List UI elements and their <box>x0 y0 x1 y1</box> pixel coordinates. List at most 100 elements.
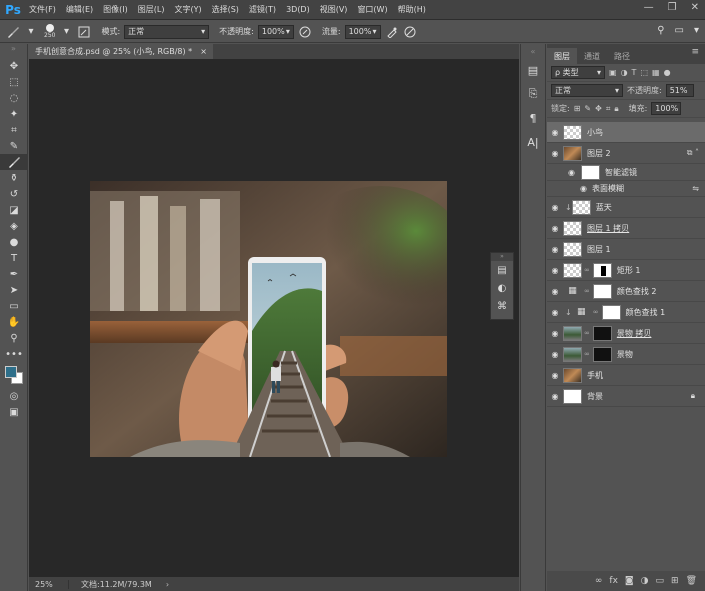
brush-preset-picker[interactable]: 250 <box>44 24 55 39</box>
filter-pixel-icon[interactable]: ▣ <box>609 68 617 77</box>
path-select-tool-icon[interactable]: ➤ <box>0 282 28 298</box>
eyedropper-tool-icon[interactable]: ✎ <box>0 138 28 154</box>
color-wheel-icon[interactable]: ◐ <box>491 279 513 297</box>
smart-filter-row[interactable]: ◉ 智能滤镜 <box>547 164 705 181</box>
crop-tool-icon[interactable]: ⌗ <box>0 122 28 138</box>
chevron-down-icon[interactable]: ▾ <box>59 25 73 39</box>
history-panel-icon[interactable]: ▤ <box>521 58 545 82</box>
layer-row[interactable]: ◉ ∞ 景物 <box>547 344 705 365</box>
layer-opacity-field[interactable]: 51% <box>665 84 694 97</box>
eye-icon[interactable]: ◉ <box>547 149 563 158</box>
pen-tool-icon[interactable]: ✒ <box>0 266 28 282</box>
filter-shape-icon[interactable]: ⬚ <box>640 68 648 77</box>
document-tab[interactable]: 手机创意合成.psd @ 25% (小鸟, RGB/8) * × <box>29 44 213 59</box>
eye-icon[interactable]: ◉ <box>547 224 563 233</box>
layer-row[interactable]: ◉ ∞ 景物 拷贝 <box>547 323 705 344</box>
shape-tool-icon[interactable]: ▭ <box>0 298 28 314</box>
pressure-opacity-icon[interactable] <box>298 25 312 39</box>
blend-mode-select[interactable]: 正常 ▾ <box>551 84 623 97</box>
eye-icon[interactable]: ◉ <box>547 168 575 177</box>
eye-icon[interactable]: ◉ <box>547 203 563 212</box>
lock-transparent-icon[interactable]: ⊞ <box>574 104 581 113</box>
quick-mask-icon[interactable]: ◎ <box>0 388 28 404</box>
filter-type-icon[interactable]: T <box>632 68 637 77</box>
workspace-icon[interactable]: ▭ <box>675 25 684 36</box>
brush-tool-icon[interactable] <box>0 154 28 170</box>
menu-type[interactable]: 文字(Y) <box>169 4 206 15</box>
lock-move-icon[interactable]: ✥ <box>595 104 602 113</box>
filter-options-icon[interactable]: ⇋ <box>692 184 699 193</box>
menu-help[interactable]: 帮助(H) <box>393 4 431 15</box>
tab-paths[interactable]: 路径 <box>607 48 637 64</box>
styles-icon[interactable]: ⌘ <box>491 297 513 315</box>
eye-icon[interactable]: ◉ <box>547 266 563 275</box>
delete-layer-icon[interactable]: 🗑︎ <box>686 576 697 586</box>
fx-icon[interactable]: fx <box>609 576 618 586</box>
eraser-tool-icon[interactable]: ◪ <box>0 202 28 218</box>
toolbar-grip[interactable]: » <box>0 44 27 58</box>
close-button[interactable]: ✕ <box>691 2 699 13</box>
move-tool-icon[interactable]: ✥ <box>0 58 28 74</box>
pressure-size-icon[interactable] <box>403 25 417 39</box>
layer-mask[interactable] <box>592 346 612 362</box>
menu-layer[interactable]: 图层(L) <box>133 4 170 15</box>
adjustments-icon[interactable]: ▤ <box>491 261 513 279</box>
flow-field[interactable]: 100% ▾ <box>344 24 381 39</box>
lock-paint-icon[interactable]: ✎ <box>584 104 591 113</box>
dodge-tool-icon[interactable]: ● <box>0 234 28 250</box>
gradient-tool-icon[interactable]: ◈ <box>0 218 28 234</box>
menu-view[interactable]: 视图(V) <box>315 4 353 15</box>
layer-mask[interactable] <box>601 304 621 320</box>
screen-mode-icon[interactable]: ▣ <box>0 404 28 420</box>
new-group-icon[interactable]: ▭ <box>656 576 665 586</box>
actions-panel-icon[interactable]: ⎘ <box>521 82 545 106</box>
layer-row[interactable]: ◉ 图层 1 <box>547 239 705 260</box>
new-adjustment-icon[interactable]: ◑ <box>641 576 649 586</box>
chevron-down-icon[interactable]: ▾ <box>694 25 699 36</box>
link-icon[interactable]: ∞ <box>584 350 590 358</box>
eye-icon[interactable]: ◉ <box>547 350 563 359</box>
close-icon[interactable]: × <box>200 47 207 56</box>
layer-mask[interactable] <box>592 262 612 278</box>
eye-icon[interactable]: ◉ <box>547 392 563 401</box>
menu-window[interactable]: 窗口(W) <box>352 4 392 15</box>
eye-icon[interactable]: ◉ <box>547 245 563 254</box>
chevron-right-icon[interactable]: › <box>166 580 169 589</box>
zoom-level[interactable]: 25% <box>29 579 69 589</box>
foreground-color-swatch[interactable] <box>5 366 17 378</box>
eye-icon[interactable]: ◉ <box>547 308 563 317</box>
zoom-tool-icon[interactable]: ⚲ <box>0 330 28 346</box>
link-layers-icon[interactable]: ∞ <box>595 576 603 586</box>
menu-image[interactable]: 图像(I) <box>98 4 133 15</box>
menu-3d[interactable]: 3D(D) <box>281 5 315 14</box>
layer-row[interactable]: ◉ 图层 2 ⧉ ˄ <box>547 143 705 164</box>
type-tool-icon[interactable]: T <box>0 250 28 266</box>
add-mask-icon[interactable]: ◙ <box>625 576 634 586</box>
layer-mask[interactable] <box>592 283 612 299</box>
menu-file[interactable]: 文件(F) <box>24 4 61 15</box>
lasso-tool-icon[interactable]: ◌ <box>0 90 28 106</box>
stamp-tool-icon[interactable]: ⚱ <box>0 170 28 186</box>
new-layer-icon[interactable]: ⊞ <box>671 576 679 586</box>
link-icon[interactable]: ∞ <box>584 266 590 274</box>
lock-all-icon[interactable]: 🔒︎ <box>614 104 618 114</box>
eye-icon[interactable]: ◉ <box>547 184 587 193</box>
opacity-field[interactable]: 100% ▾ <box>257 24 294 39</box>
chevron-down-icon[interactable]: ▾ <box>24 25 38 39</box>
link-icon[interactable]: ∞ <box>584 329 590 337</box>
tab-layers[interactable]: 图层 <box>547 48 577 64</box>
mode-select[interactable]: 正常 ▾ <box>124 24 210 39</box>
filter-effect-row[interactable]: ◉ 表面模糊 ⇋ <box>547 181 705 197</box>
eye-icon[interactable]: ◉ <box>547 128 563 137</box>
layer-row[interactable]: ◉ 图层 1 拷贝 <box>547 218 705 239</box>
color-chips[interactable] <box>0 362 28 388</box>
panel-grip[interactable]: » <box>491 253 513 261</box>
magic-wand-tool-icon[interactable]: ✦ <box>0 106 28 122</box>
character-panel-icon[interactable]: A| <box>521 130 545 154</box>
eye-icon[interactable]: ◉ <box>547 329 563 338</box>
link-icon[interactable]: ∞ <box>593 308 599 316</box>
dock-grip[interactable]: « <box>521 44 545 58</box>
filter-toggle-icon[interactable]: ● <box>664 68 671 77</box>
menu-edit[interactable]: 编辑(E) <box>61 4 98 15</box>
link-icon[interactable]: ∞ <box>584 287 590 295</box>
